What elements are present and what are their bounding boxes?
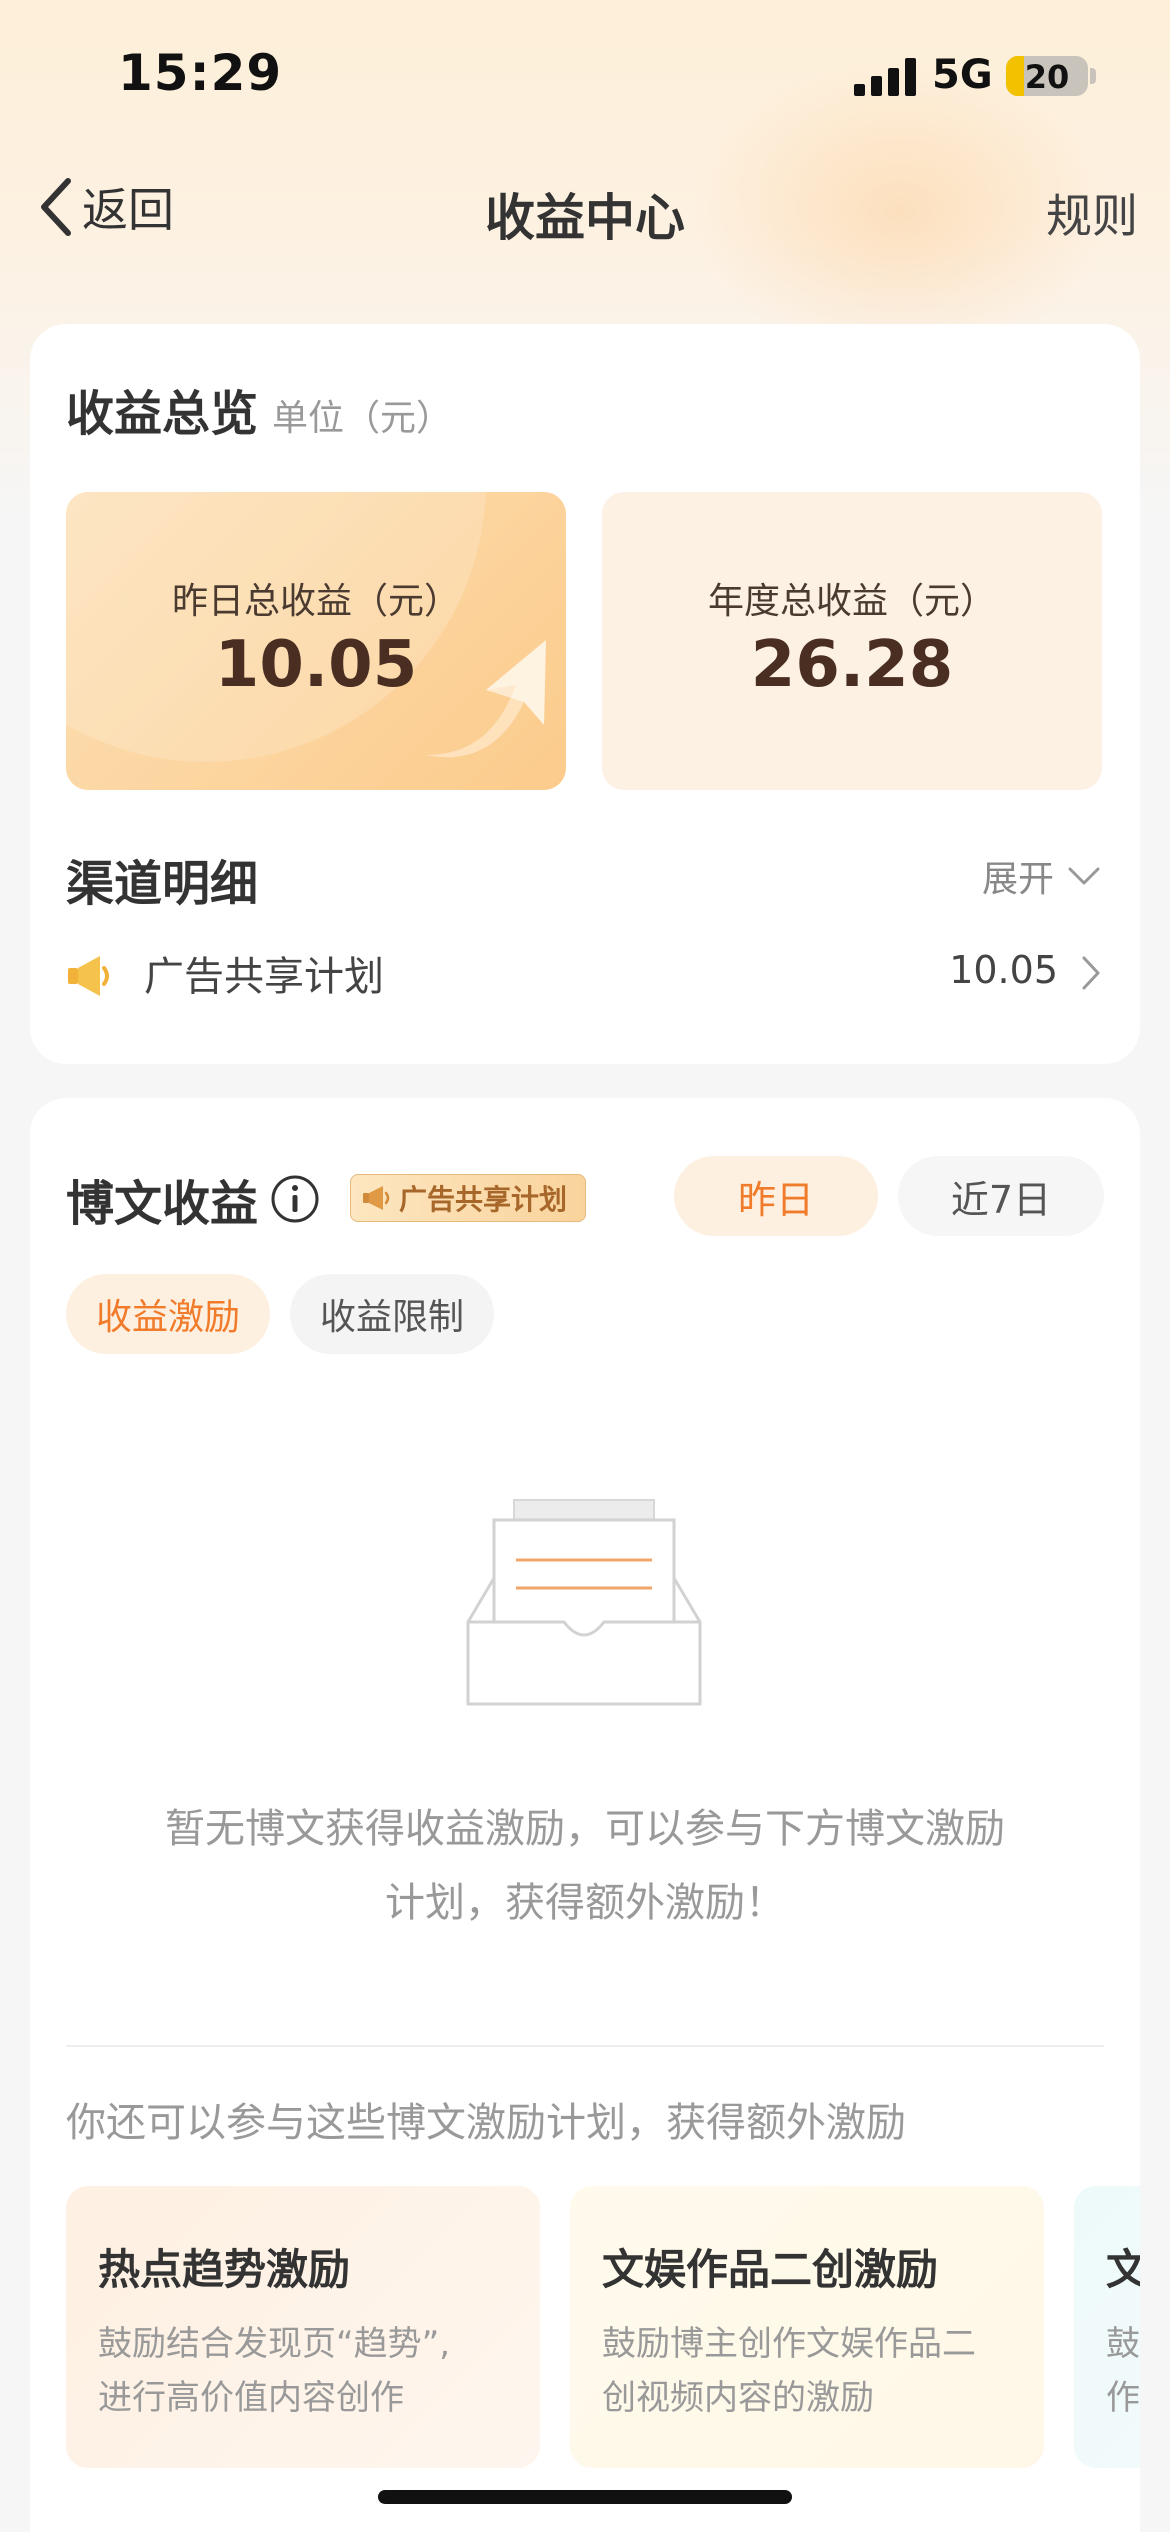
- promo-title: 文: [1106, 2245, 1140, 2294]
- status-time: 15:29: [118, 44, 283, 102]
- info-icon[interactable]: [270, 1174, 320, 1224]
- overview-card: 收益总览 单位（元） 昨日总收益（元） 10.05 年度总收益（元） 26.28 …: [30, 324, 1140, 1064]
- chevron-down-icon: [1068, 867, 1100, 885]
- annual-earnings-box[interactable]: 年度总收益（元） 26.28: [602, 492, 1102, 790]
- channel-row-label[interactable]: 广告共享计划: [144, 944, 384, 1002]
- promo-card-partial[interactable]: 文 鼓 作: [1074, 2186, 1140, 2468]
- yesterday-earnings-box[interactable]: 昨日总收益（元） 10.05: [66, 492, 566, 790]
- empty-state-line2: 计划，获得额外激励！: [385, 1880, 785, 1926]
- ad-share-tag: 广告共享计划: [350, 1174, 586, 1222]
- tab-last-7-days[interactable]: 近7日: [898, 1156, 1104, 1236]
- page-title: 收益中心: [485, 189, 685, 247]
- battery-tip: [1090, 68, 1096, 84]
- tab-earnings-limit[interactable]: 收益限制: [290, 1274, 494, 1354]
- promo-card-entertainment[interactable]: 文娱作品二创激励 鼓励博主创作文娱作品二 创视频内容的激励: [570, 2186, 1044, 2468]
- megaphone-icon: [68, 956, 109, 996]
- promo-card-hot-trend[interactable]: 热点趋势激励 鼓励结合发现页“趋势”, 进行高价值内容创作: [66, 2186, 540, 2468]
- home-indicator[interactable]: [378, 2490, 792, 2504]
- promo-desc: 鼓 作: [1106, 2317, 1140, 2425]
- yesterday-earnings-value: 10.05: [214, 628, 418, 702]
- empty-state-text: 暂无博文获得收益激励，可以参与下方博文激励 计划，获得额外激励！: [90, 1792, 1080, 1940]
- annual-earnings-label: 年度总收益（元）: [707, 581, 996, 622]
- promo-desc-line2: 创视频内容的激励: [602, 2378, 874, 2418]
- promo-title: 热点趋势激励: [98, 2245, 351, 2294]
- battery-level: 20: [1024, 58, 1070, 96]
- rules-button[interactable]: 规则: [1046, 180, 1138, 246]
- annual-earnings-value: 26.28: [750, 628, 954, 702]
- promo-desc: 鼓励博主创作文娱作品二 创视频内容的激励: [602, 2317, 1022, 2425]
- promo-desc-line2: 作: [1106, 2378, 1140, 2418]
- promo-desc-line1: 鼓: [1106, 2324, 1140, 2364]
- yesterday-earnings-label: 昨日总收益（元）: [171, 581, 460, 622]
- promo-desc: 鼓励结合发现页“趋势”, 进行高价值内容创作: [98, 2317, 518, 2425]
- chevron-right-icon[interactable]: [1080, 954, 1102, 992]
- channel-row-value: 10.05: [949, 948, 1058, 992]
- empty-inbox-icon: [466, 1499, 702, 1706]
- overview-unit: 单位（元）: [272, 398, 453, 439]
- overview-title: 收益总览: [66, 386, 259, 442]
- megaphone-icon: [363, 1186, 390, 1210]
- overview-header: 收益总览 单位（元）: [66, 374, 452, 444]
- tab-yesterday[interactable]: 昨日: [674, 1156, 878, 1236]
- tab-earnings-reward[interactable]: 收益激励: [66, 1274, 270, 1354]
- channel-title: 渠道明细: [66, 856, 259, 912]
- divider: [66, 2045, 1104, 2047]
- more-plans-text: 你还可以参与这些博文激励计划，获得额外激励: [66, 2100, 906, 2146]
- network-type: 5G: [932, 52, 993, 98]
- post-earnings-card: 博文收益 广告共享计划 昨日 近7日 收益激励 收益限制 暂无博文获得收益激励，…: [30, 1098, 1140, 2532]
- promo-desc-line1: 鼓励结合发现页“趋势”,: [98, 2324, 451, 2364]
- battery-icon: 20: [1006, 56, 1088, 96]
- post-earnings-title: 博文收益: [66, 1176, 259, 1232]
- empty-state-line1: 暂无博文获得收益激励，可以参与下方博文激励: [165, 1806, 1005, 1852]
- signal-icon: [854, 58, 916, 96]
- expand-button[interactable]: 展开: [982, 850, 1102, 902]
- promo-desc-line1: 鼓励博主创作文娱作品二: [602, 2324, 976, 2364]
- promo-title: 文娱作品二创激励: [602, 2245, 939, 2294]
- expand-label: 展开: [981, 859, 1054, 900]
- promo-desc-line2: 进行高价值内容创作: [98, 2378, 404, 2418]
- ad-share-tag-label: 广告共享计划: [399, 1183, 568, 1216]
